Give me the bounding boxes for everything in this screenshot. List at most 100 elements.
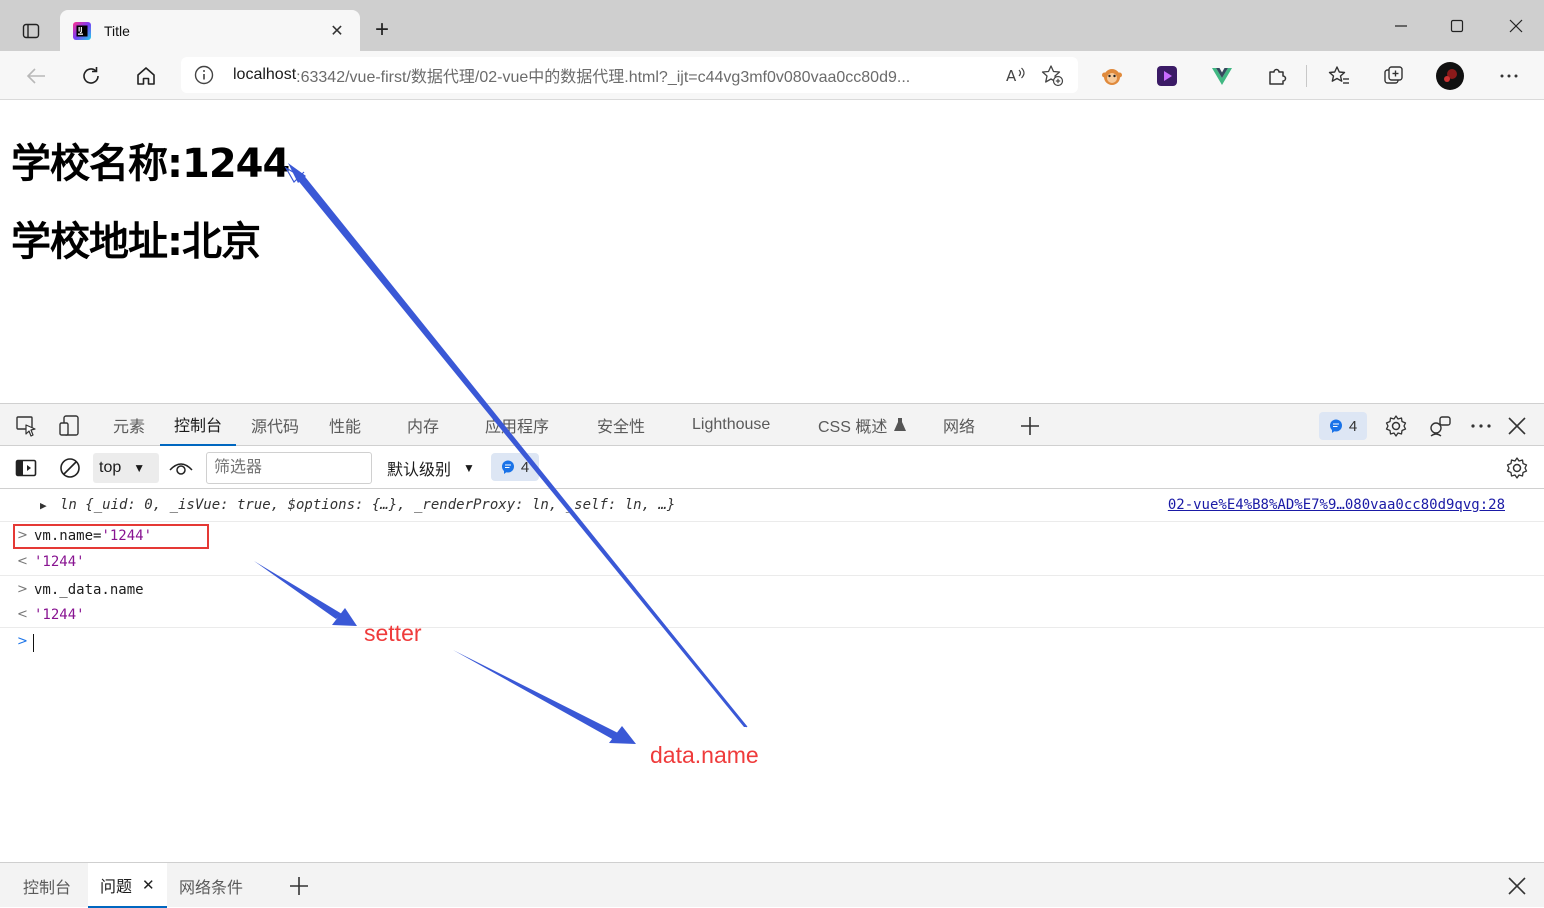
profile-avatar[interactable] xyxy=(1435,61,1465,91)
home-icon xyxy=(137,67,155,85)
text-cursor xyxy=(33,634,34,652)
webstorm-favicon-icon: IJ xyxy=(73,21,91,40)
close-window-button[interactable] xyxy=(1488,10,1544,42)
more-options-icon[interactable] xyxy=(1467,412,1495,440)
new-tab-button[interactable]: + xyxy=(366,14,398,46)
issues-count-badge[interactable]: 4 xyxy=(1319,412,1367,440)
object-log-text: ln {_uid: 0, _isVue: true, $options: {…}… xyxy=(60,497,676,513)
tab-memory[interactable]: 内存 xyxy=(407,404,439,446)
console-entry-data-name: > vm._data.name < '1244' xyxy=(0,576,1544,628)
console-input-line: vm._data.name xyxy=(34,582,144,598)
log-level-select[interactable]: 默认级别 ▼ xyxy=(387,456,475,480)
feedback-icon[interactable] xyxy=(1426,412,1454,440)
inspect-element-icon[interactable] xyxy=(12,412,40,440)
tab-actions-icon xyxy=(22,23,40,39)
tab-console[interactable]: 控制台 xyxy=(160,404,237,446)
device-emulation-icon[interactable] xyxy=(56,412,84,440)
drawer-tab-issues[interactable]: 问题 ✕ xyxy=(88,863,167,908)
tab-application[interactable]: 应用程序 xyxy=(485,404,549,446)
settings-more-icon[interactable] xyxy=(1494,61,1524,91)
drawer-tab-issues-label: 问题 xyxy=(100,878,133,896)
tab-css-overview-label: CSS 概述 xyxy=(818,419,888,436)
read-aloud-icon[interactable]: A xyxy=(1002,61,1030,89)
annotation-data-name-label: data.name xyxy=(650,742,759,768)
console-output-value: '1244' xyxy=(34,607,85,623)
tab-security[interactable]: 安全性 xyxy=(597,404,645,446)
extensions-puzzle-icon[interactable] xyxy=(1262,61,1292,91)
close-tab-icon[interactable]: ✕ xyxy=(142,876,155,894)
tab-actions-button[interactable] xyxy=(14,14,48,48)
message-icon xyxy=(501,460,514,474)
annotation-setter-label: setter xyxy=(364,620,422,646)
toolbar-separator xyxy=(1306,65,1307,87)
back-arrow-icon xyxy=(26,68,45,84)
output-chevron-icon: < xyxy=(17,554,28,569)
tab-close-icon[interactable]: ✕ xyxy=(326,20,348,42)
message-icon xyxy=(1329,419,1342,433)
refresh-button[interactable] xyxy=(74,59,108,93)
tab-css-overview[interactable]: CSS 概述 xyxy=(818,404,907,446)
extension-player-icon[interactable] xyxy=(1152,61,1182,91)
minimize-icon xyxy=(1395,25,1407,27)
back-button[interactable] xyxy=(19,59,53,93)
url-path: :63342/vue-first/数据代理/02-vue中的数据代理.html?… xyxy=(296,69,911,86)
school-address-heading: 学校地址:北京 xyxy=(11,219,261,265)
page-content: 学校名称:1244 学校地址:北京 xyxy=(0,101,1544,403)
toggle-sidebar-icon[interactable] xyxy=(12,454,40,482)
prompt-chevron-icon: > xyxy=(17,634,28,649)
input-chevron-icon: > xyxy=(17,582,28,597)
tab-performance[interactable]: 性能 xyxy=(329,404,361,446)
title-bar: IJ Title ✕ + xyxy=(0,0,1544,51)
close-icon xyxy=(1509,19,1523,33)
clear-console-icon[interactable] xyxy=(56,454,84,482)
console-messages-badge[interactable]: 4 xyxy=(491,453,539,481)
drawer-add-tab-icon[interactable] xyxy=(285,872,313,900)
experiment-flask-icon xyxy=(894,418,907,431)
devtools-drawer: 控制台 问题 ✕ 网络条件 xyxy=(0,862,1544,908)
url-host: localhost xyxy=(233,66,297,83)
source-link[interactable]: 02-vue%E4%B8%AD%E7%9…080vaa0cc80d9qvg:28 xyxy=(1168,497,1505,513)
console-message-count: 4 xyxy=(520,458,530,476)
context-select[interactable]: top ▼ xyxy=(93,453,159,483)
close-devtools-icon[interactable] xyxy=(1503,412,1531,440)
svg-text:IJ: IJ xyxy=(78,26,82,33)
tab-sources[interactable]: 源代码 xyxy=(251,404,299,446)
output-chevron-icon: < xyxy=(17,607,28,622)
home-button[interactable] xyxy=(129,59,163,93)
filter-input[interactable] xyxy=(206,452,372,484)
issues-count: 4 xyxy=(1348,417,1358,435)
context-value: top xyxy=(99,459,122,476)
maximize-icon xyxy=(1450,19,1464,33)
expand-triangle-icon[interactable]: ▶ xyxy=(40,499,47,512)
site-info-icon[interactable] xyxy=(193,64,215,86)
favorites-icon[interactable] xyxy=(1324,61,1354,91)
drawer-tab-network-conditions[interactable]: 网络条件 xyxy=(179,863,243,908)
log-level-value: 默认级别 xyxy=(387,462,452,479)
live-expression-eye-icon[interactable] xyxy=(167,454,195,482)
extension-vue-devtools-icon[interactable] xyxy=(1207,61,1237,91)
drawer-tab-console[interactable]: 控制台 xyxy=(23,863,71,908)
console-prompt-row[interactable]: > xyxy=(0,629,1544,657)
devtools-settings-icon[interactable] xyxy=(1382,412,1410,440)
more-tabs-plus-icon[interactable] xyxy=(1016,412,1044,440)
console-object-log[interactable]: ▶ ln {_uid: 0, _isVue: true, $options: {… xyxy=(0,490,1544,522)
tab-elements[interactable]: 元素 xyxy=(113,404,145,446)
add-favorite-icon[interactable] xyxy=(1038,61,1066,89)
close-drawer-icon[interactable] xyxy=(1503,872,1531,900)
school-name-heading: 学校名称:1244 xyxy=(11,141,290,187)
console-output-value: '1244' xyxy=(34,554,85,570)
console-entry-set-name: > vm.name='1244' < '1244' xyxy=(0,522,1544,576)
collections-icon[interactable] xyxy=(1379,61,1409,91)
tab-lighthouse[interactable]: Lighthouse xyxy=(692,404,770,446)
browser-tab[interactable]: IJ Title ✕ xyxy=(60,10,360,51)
console-output[interactable]: ▶ ln {_uid: 0, _isVue: true, $options: {… xyxy=(0,490,1544,862)
dropdown-caret-icon: ▼ xyxy=(133,461,146,475)
minimize-button[interactable] xyxy=(1373,10,1429,42)
tab-network[interactable]: 网络 xyxy=(943,404,975,446)
console-settings-icon[interactable] xyxy=(1503,454,1531,482)
address-bar[interactable]: localhost :63342/vue-first/数据代理/02-vue中的… xyxy=(181,57,1078,93)
devtools-tab-bar: 元素 控制台 源代码 性能 内存 应用程序 安全性 Lighthouse CSS… xyxy=(0,403,1544,446)
maximize-button[interactable] xyxy=(1429,10,1485,42)
svg-text:A: A xyxy=(1006,67,1017,85)
extension-monkey-icon[interactable] xyxy=(1097,61,1127,91)
